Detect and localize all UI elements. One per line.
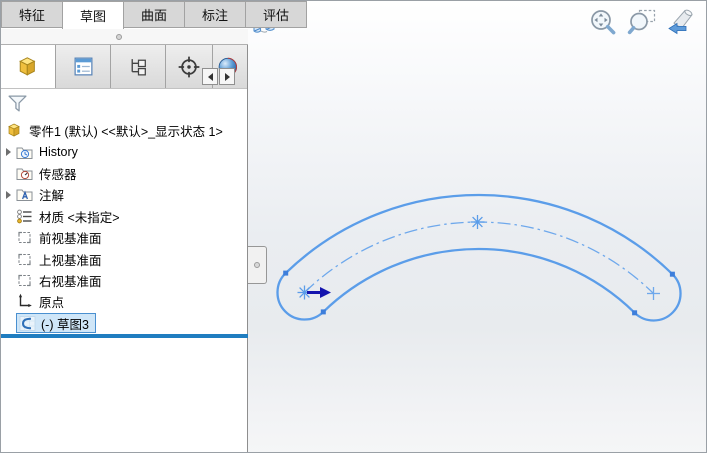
previous-view-icon: [668, 9, 693, 35]
tab-evaluate[interactable]: 评估: [245, 1, 307, 28]
previous-view-button[interactable]: [665, 7, 697, 39]
graphics-viewport[interactable]: [248, 2, 706, 452]
arc-midpoint-asterisk[interactable]: [470, 215, 485, 229]
tree-item-material[interactable]: 材质 <未指定>: [1, 206, 246, 227]
plane-icon: [18, 274, 31, 287]
manager-tab-bar: [1, 45, 247, 89]
tree-item-sketch3[interactable]: (-) 草图3: [1, 313, 246, 334]
tree-item-front-plane[interactable]: 前视基准面: [1, 227, 246, 248]
sketch-origin-arrow[interactable]: [307, 287, 331, 298]
tree-item-label: 材质 <未指定>: [39, 210, 120, 225]
solidworks-window: 特征 草图 曲面 标注 评估 零件1 (默认) <<默认>_显示状态 1> Hi…: [0, 0, 707, 453]
left-arrow-icon: [207, 72, 213, 81]
featuremanager-design-tree: 零件1 (默认) <<默认>_显示状态 1> History 传感器 注解 材质…: [1, 120, 246, 334]
sensors-icon: [16, 168, 33, 180]
strip-grip-dot[interactable]: [116, 34, 122, 40]
scroll-right-button[interactable]: [219, 68, 235, 85]
tree-item-right-plane[interactable]: 右视基准面: [1, 270, 246, 291]
expand-arrow-icon[interactable]: [1, 148, 16, 157]
tree-item-history[interactable]: History: [1, 141, 246, 162]
material-icon: [17, 209, 32, 224]
tab-surfaces[interactable]: 曲面: [123, 1, 185, 28]
propertymanager-icon: [74, 57, 92, 76]
history-icon: [16, 147, 33, 159]
splitter-grip-dot: [254, 262, 260, 268]
panel-splitter-handle[interactable]: [248, 246, 267, 284]
tree-item-label: 传感器: [39, 167, 77, 182]
tree-item-label: 原点: [39, 296, 65, 311]
zoom-to-fit-icon: [591, 10, 616, 35]
tree-item-label: 前视基准面: [39, 232, 102, 247]
tree-item-sensors[interactable]: 传感器: [1, 163, 246, 184]
part-icon: [8, 123, 20, 137]
configurationmanager-tab[interactable]: [111, 45, 166, 88]
commandmanager-tabs: 特征 草图 曲面 标注 评估: [1, 1, 307, 29]
configurationmanager-icon: [131, 59, 146, 76]
right-arrow-icon: [224, 72, 230, 81]
annotations-icon: [16, 189, 33, 202]
featuremanager-tree-tab[interactable]: [1, 45, 56, 88]
tree-item-annotations[interactable]: 注解: [1, 184, 246, 205]
rollback-bar[interactable]: [1, 334, 248, 338]
plane-icon: [18, 253, 31, 265]
plane-icon: [18, 232, 31, 244]
scroll-left-button[interactable]: [202, 68, 218, 85]
manager-tab-scroll-arrows: [201, 68, 235, 85]
tab-features[interactable]: 特征: [1, 1, 63, 28]
propertymanager-tab[interactable]: [56, 45, 111, 88]
tree-root-part[interactable]: 零件1 (默认) <<默认>_显示状态 1>: [1, 120, 246, 141]
zoom-to-area-icon: [627, 9, 656, 35]
sketch-canvas: [276, 193, 682, 322]
tree-item-origin[interactable]: 原点: [1, 291, 246, 312]
tab-markup[interactable]: 标注: [184, 1, 246, 28]
tree-item-label: (-) 草图3: [41, 317, 89, 332]
tree-root-label: 零件1 (默认) <<默认>_显示状态 1>: [29, 125, 223, 140]
slot-outline[interactable]: [276, 193, 682, 322]
zoom-to-fit-button[interactable]: [587, 7, 619, 39]
filter-funnel-icon: [8, 95, 27, 112]
tree-item-top-plane[interactable]: 上视基准面: [1, 248, 246, 269]
origin-icon: [18, 294, 32, 308]
tab-sketch[interactable]: 草图: [62, 1, 124, 29]
zoom-to-area-button[interactable]: [626, 7, 658, 39]
part-icon: [19, 56, 36, 76]
tree-item-label: 注解: [39, 189, 65, 204]
featuremanager-panel: 零件1 (默认) <<默认>_显示状态 1> History 传感器 注解 材质…: [1, 45, 248, 452]
commandmanager-collapsed-strip: [1, 29, 248, 45]
selected-item-highlight: (-) 草图3: [16, 313, 96, 334]
slot-centerline[interactable]: [304, 221, 654, 294]
sketch-icon: [19, 315, 36, 331]
dimxpert-target-icon: [178, 56, 200, 77]
tree-item-label: 上视基准面: [39, 253, 102, 268]
expand-arrow-icon[interactable]: [1, 190, 16, 199]
tree-filter-button[interactable]: [7, 93, 29, 115]
tree-item-label: 右视基准面: [39, 274, 102, 289]
tree-item-label: History: [39, 145, 78, 160]
endpoint-handles[interactable]: [283, 270, 675, 316]
